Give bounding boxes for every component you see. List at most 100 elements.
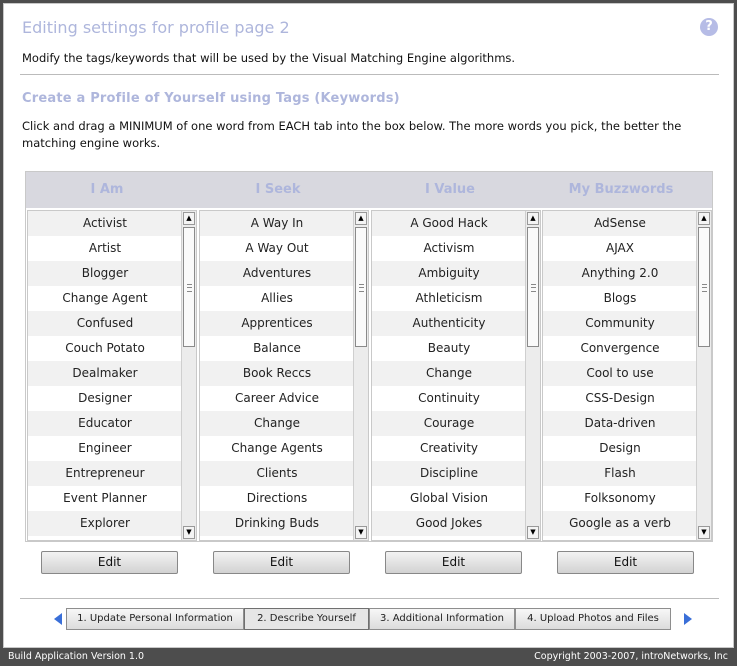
scrollbar[interactable]: ▲ ▼ <box>696 211 711 540</box>
tag-item[interactable]: Discipline <box>372 461 526 486</box>
scrollbar-thumb[interactable] <box>698 227 710 347</box>
column-title-my-buzzwords[interactable]: My Buzzwords <box>541 172 701 208</box>
tag-item[interactable]: Continuity <box>372 386 526 411</box>
tag-item[interactable]: Global Vision <box>372 486 526 511</box>
scrollbar[interactable]: ▲ ▼ <box>353 211 368 540</box>
scrollbar-thumb[interactable] <box>527 227 539 347</box>
tag-items: Activist Artist Blogger Change Agent Confuse… <box>28 211 182 536</box>
version-label: Build Application Version 1.0 <box>8 651 145 662</box>
tag-item[interactable]: Data-driven <box>543 411 697 436</box>
scrollbar-thumb[interactable] <box>183 227 195 347</box>
tag-item[interactable]: Design <box>543 436 697 461</box>
tag-item[interactable]: Activist <box>28 211 182 236</box>
scroll-up-arrow-icon[interactable]: ▲ <box>355 212 367 225</box>
tag-item[interactable]: Dealmaker <box>28 361 182 386</box>
tag-item[interactable]: Blogs <box>543 286 697 311</box>
grip-icon <box>359 284 364 292</box>
wizard-step-3[interactable]: 3. Additional Information <box>369 608 515 630</box>
tag-item[interactable]: Authenticity <box>372 311 526 336</box>
tag-item[interactable]: Directions <box>200 486 354 511</box>
page-title: Editing settings for profile page 2 <box>22 18 290 37</box>
tag-item[interactable]: Explorer <box>28 511 182 536</box>
previous-step-arrow-icon[interactable] <box>54 613 62 625</box>
tag-item[interactable]: AJAX <box>543 236 697 261</box>
tag-item[interactable]: Apprentices <box>200 311 354 336</box>
tag-item[interactable]: Educator <box>28 411 182 436</box>
edit-button-i-am[interactable]: Edit <box>41 551 178 574</box>
tag-item[interactable]: A Way In <box>200 211 354 236</box>
scroll-down-arrow-icon[interactable]: ▼ <box>527 526 539 539</box>
tag-item[interactable]: Change <box>200 411 354 436</box>
section-instructions: Click and drag a MINIMUM of one word fro… <box>22 119 682 150</box>
scroll-down-arrow-icon[interactable]: ▼ <box>183 526 195 539</box>
tag-item[interactable]: Good Jokes <box>372 511 526 536</box>
tag-list-i-value: A Good Hack Activism Ambiguity Athleticism A… <box>371 210 541 541</box>
grip-icon <box>531 284 536 292</box>
tag-item[interactable]: Change Agent <box>28 286 182 311</box>
copyright-label: Copyright 2003-2007, introNetworks, Inc <box>534 651 728 662</box>
tag-item[interactable]: Artist <box>28 236 182 261</box>
tag-items: A Good Hack Activism Ambiguity Athleticism A… <box>372 211 526 536</box>
edit-button-i-seek[interactable]: Edit <box>213 551 350 574</box>
tag-item[interactable]: Book Reccs <box>200 361 354 386</box>
scroll-up-arrow-icon[interactable]: ▲ <box>183 212 195 225</box>
tag-board: I Am I Seek I Value My Buzzwords Activis… <box>25 171 713 542</box>
tag-item[interactable]: Activism <box>372 236 526 261</box>
divider <box>20 74 719 75</box>
tag-item[interactable]: A Good Hack <box>372 211 526 236</box>
tag-item[interactable]: Balance <box>200 336 354 361</box>
tag-item[interactable]: Flash <box>543 461 697 486</box>
tag-item[interactable]: Engineer <box>28 436 182 461</box>
scrollbar[interactable]: ▲ ▼ <box>525 211 540 540</box>
tag-item[interactable]: Community <box>543 311 697 336</box>
tag-item[interactable]: Couch Potato <box>28 336 182 361</box>
tag-item[interactable]: Creativity <box>372 436 526 461</box>
tag-list-my-buzzwords: AdSense AJAX Anything 2.0 Blogs Community Con… <box>542 210 712 541</box>
tag-item[interactable]: Entrepreneur <box>28 461 182 486</box>
edit-button-my-buzzwords[interactable]: Edit <box>557 551 694 574</box>
scroll-down-arrow-icon[interactable]: ▼ <box>698 526 710 539</box>
scroll-down-arrow-icon[interactable]: ▼ <box>355 526 367 539</box>
tag-item[interactable]: AdSense <box>543 211 697 236</box>
tag-item[interactable]: Google as a verb <box>543 511 697 536</box>
scrollbar-thumb[interactable] <box>355 227 367 347</box>
edit-button-i-value[interactable]: Edit <box>385 551 522 574</box>
next-step-arrow-icon[interactable] <box>684 613 692 625</box>
tag-item[interactable]: Cool to use <box>543 361 697 386</box>
tag-item[interactable]: Athleticism <box>372 286 526 311</box>
tag-item[interactable]: Confused <box>28 311 182 336</box>
tag-item[interactable]: Blogger <box>28 261 182 286</box>
tag-item[interactable]: Event Planner <box>28 486 182 511</box>
tag-item[interactable]: Convergence <box>543 336 697 361</box>
tag-item[interactable]: Adventures <box>200 261 354 286</box>
tag-item[interactable]: CSS-Design <box>543 386 697 411</box>
scroll-up-arrow-icon[interactable]: ▲ <box>698 212 710 225</box>
tag-item[interactable]: Drinking Buds <box>200 511 354 536</box>
tag-item[interactable]: Folksonomy <box>543 486 697 511</box>
scroll-up-arrow-icon[interactable]: ▲ <box>527 212 539 225</box>
wizard-step-2[interactable]: 2. Describe Yourself <box>244 608 369 630</box>
column-title-i-seek[interactable]: I Seek <box>198 172 358 208</box>
tag-list-i-am: Activist Artist Blogger Change Agent Confuse… <box>27 210 197 541</box>
tag-item[interactable]: Change Agents <box>200 436 354 461</box>
tag-item[interactable]: Courage <box>372 411 526 436</box>
tag-item[interactable]: Beauty <box>372 336 526 361</box>
wizard-step-1[interactable]: 1. Update Personal Information <box>66 608 244 630</box>
tag-item[interactable]: Change <box>372 361 526 386</box>
column-title-i-value[interactable]: I Value <box>370 172 530 208</box>
grip-icon <box>702 284 707 292</box>
scrollbar[interactable]: ▲ ▼ <box>181 211 196 540</box>
tag-item[interactable]: Allies <box>200 286 354 311</box>
page-description: Modify the tags/keywords that will be us… <box>22 51 516 65</box>
divider <box>20 598 719 599</box>
tag-list-i-seek: A Way In A Way Out Adventures Allies Apprent… <box>199 210 369 541</box>
tag-item[interactable]: Anything 2.0 <box>543 261 697 286</box>
wizard-step-4[interactable]: 4. Upload Photos and Files <box>515 608 671 630</box>
tag-item[interactable]: Ambiguity <box>372 261 526 286</box>
tag-item[interactable]: A Way Out <box>200 236 354 261</box>
tag-item[interactable]: Clients <box>200 461 354 486</box>
column-title-i-am[interactable]: I Am <box>27 172 187 208</box>
help-icon[interactable]: ? <box>700 18 718 36</box>
tag-item[interactable]: Designer <box>28 386 182 411</box>
tag-item[interactable]: Career Advice <box>200 386 354 411</box>
